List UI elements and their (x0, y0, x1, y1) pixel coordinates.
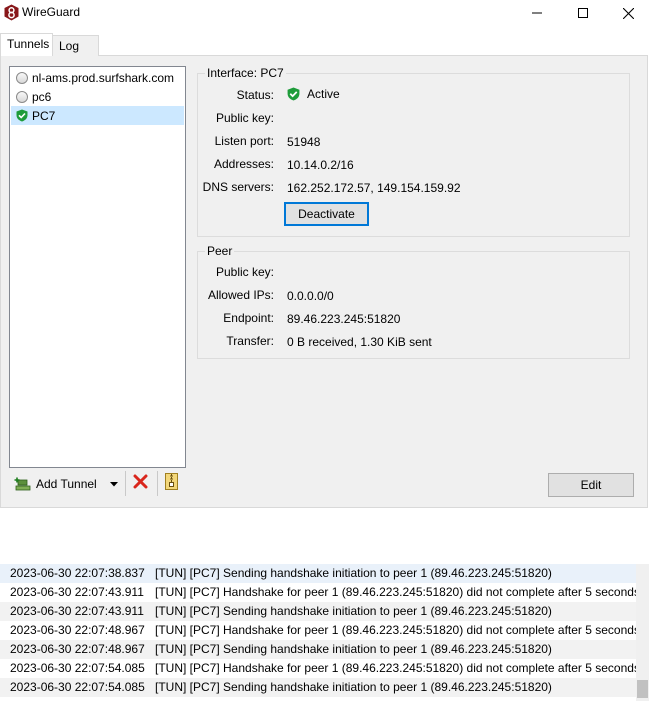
peer-group: Peer Public key: Allowed IPs: 0.0.0.0/0 … (197, 244, 630, 359)
tunnel-name: PC7 (32, 108, 56, 123)
dns-servers-label: DNS servers: (202, 180, 274, 194)
addresses-value: 10.14.0.2/16 (287, 158, 354, 172)
delete-tunnel-button[interactable] (133, 474, 151, 492)
log-timestamp: 2023-06-30 22:07:54.085 (10, 680, 145, 694)
listen-port-label: Listen port: (214, 134, 274, 148)
add-tunnel-label: Add Tunnel (36, 477, 97, 491)
status-label: Status: (236, 88, 274, 102)
public-key-label: Public key: (215, 111, 274, 125)
log-row[interactable]: 2023-06-30 22:07:48.967 [TUN] [PC7] Send… (0, 640, 636, 659)
log-message: [TUN] [PC7] Handshake for peer 1 (89.46.… (155, 661, 636, 675)
chevron-down-icon (110, 481, 118, 486)
log-timestamp: 2023-06-30 22:07:48.967 (10, 623, 145, 637)
tab-log[interactable]: Log (53, 35, 99, 56)
toolbar-separator (125, 471, 126, 496)
log-message: [TUN] [PC7] Sending handshake initiation… (155, 566, 552, 580)
log-row[interactable]: 2023-06-30 22:07:54.085 [TUN] [PC7] Hand… (0, 659, 636, 678)
log-message: [TUN] [PC7] Handshake for peer 1 (89.46.… (155, 585, 636, 599)
interface-group: Interface: PC7 Status: Active Public key… (197, 66, 630, 237)
interface-group-title: Interface: PC7 (205, 66, 286, 80)
log-timestamp: 2023-06-30 22:07:43.911 (10, 604, 144, 618)
endpoint-value: 89.46.223.245:51820 (287, 312, 401, 326)
log-timestamp: 2023-06-30 22:07:38.837 (10, 566, 145, 580)
tunnel-list[interactable]: nl-ams.prod.surfshark.com pc6 PC7 (9, 66, 186, 468)
inactive-status-icon (16, 90, 28, 103)
tunnel-name: nl-ams.prod.surfshark.com (32, 70, 175, 85)
title-bar: WireGuard (0, 0, 649, 26)
inactive-status-icon (16, 71, 28, 84)
wireguard-logo-icon (4, 4, 19, 21)
peer-group-title: Peer (205, 244, 235, 258)
close-button[interactable] (605, 0, 649, 26)
log-row[interactable]: 2023-06-30 22:07:43.911 [TUN] [PC7] Send… (0, 602, 636, 621)
edit-button[interactable]: Edit (548, 473, 634, 497)
tunnel-name: pc6 (32, 89, 52, 104)
log-message: [TUN] [PC7] Sending handshake initiation… (155, 604, 552, 618)
tab-tunnels[interactable]: Tunnels (0, 33, 53, 56)
dns-servers-value: 162.252.172.57, 149.154.159.92 (287, 181, 461, 195)
log-row[interactable]: 2023-06-30 22:07:48.967 [TUN] [PC7] Hand… (0, 621, 636, 640)
log-row[interactable]: 2023-06-30 22:07:43.911 [TUN] [PC7] Hand… (0, 583, 636, 602)
log-scrollbar-thumb[interactable] (637, 680, 648, 698)
listen-port-value: 51948 (287, 135, 321, 149)
add-tunnel-button[interactable]: Add Tunnel (14, 474, 97, 494)
tunnel-item-nl-ams[interactable]: nl-ams.prod.surfshark.com (11, 68, 184, 87)
tunnel-item-pc6[interactable]: pc6 (11, 87, 184, 106)
status-value: Active (287, 87, 340, 101)
peer-public-key-label: Public key: (215, 265, 274, 279)
maximize-button[interactable] (560, 0, 606, 26)
deactivate-button[interactable]: Deactivate (284, 202, 369, 226)
minimize-button[interactable] (514, 0, 560, 26)
tunnel-item-pc7[interactable]: PC7 (11, 106, 184, 125)
transfer-label: Transfer: (226, 334, 274, 348)
delete-x-icon (133, 474, 148, 489)
active-shield-icon (287, 87, 300, 101)
log-timestamp: 2023-06-30 22:07:48.967 (10, 642, 145, 656)
transfer-value: 0 B received, 1.30 KiB sent (287, 335, 432, 349)
log-timestamp: 2023-06-30 22:07:54.085 (10, 661, 145, 675)
active-shield-icon (16, 109, 28, 122)
maximize-icon (578, 8, 588, 18)
log-row[interactable]: 2023-06-30 22:07:38.837 [TUN] [PC7] Send… (0, 564, 636, 583)
close-icon (622, 7, 634, 19)
allowed-ips-label: Allowed IPs: (207, 288, 274, 302)
log-list[interactable]: 2023-06-30 22:07:38.837 [TUN] [PC7] Send… (0, 564, 649, 701)
status-text: Active (307, 87, 340, 101)
zip-archive-icon (165, 473, 178, 490)
export-tunnels-button[interactable] (165, 473, 183, 493)
allowed-ips-value: 0.0.0.0/0 (287, 289, 334, 303)
minimize-icon (532, 12, 542, 14)
log-row[interactable]: 2023-06-30 22:07:54.085 [TUN] [PC7] Send… (0, 678, 636, 697)
add-tunnel-dropdown[interactable] (107, 476, 121, 492)
addresses-label: Addresses: (213, 157, 274, 171)
endpoint-label: Endpoint: (223, 311, 274, 325)
log-message: [TUN] [PC7] Sending handshake initiation… (155, 642, 552, 656)
log-message: [TUN] [PC7] Sending handshake initiation… (155, 680, 552, 694)
window-title: WireGuard (22, 5, 81, 19)
add-tunnel-icon (14, 477, 31, 492)
toolbar-separator (157, 471, 158, 496)
log-message: [TUN] [PC7] Handshake for peer 1 (89.46.… (155, 623, 636, 637)
log-timestamp: 2023-06-30 22:07:43.911 (10, 585, 144, 599)
